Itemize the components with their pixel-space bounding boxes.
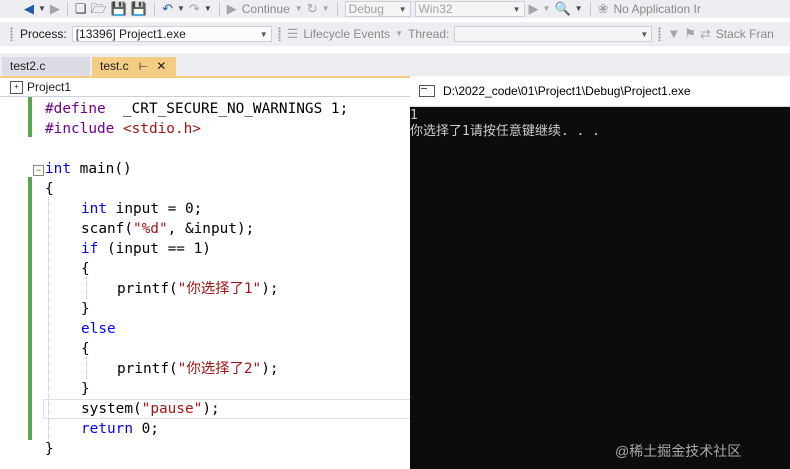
indent-guide bbox=[86, 277, 87, 299]
code-line: { bbox=[81, 341, 90, 357]
thread-label: Thread: bbox=[407, 27, 450, 41]
code-line: #include <stdio.h> bbox=[45, 121, 201, 137]
console-output-line: 你选择了1请按任意键继续. . . bbox=[410, 124, 600, 139]
code-line: int input = 0; bbox=[81, 201, 203, 217]
console-window[interactable]: D:\2022_code\01\Project1\Debug\Project1.… bbox=[410, 76, 790, 469]
back-icon[interactable]: ◀ bbox=[24, 1, 34, 17]
flag-icon[interactable]: ⚑ bbox=[684, 26, 696, 42]
tab-label: test2.c bbox=[10, 59, 46, 73]
console-title-bar[interactable]: D:\2022_code\01\Project1\Debug\Project1.… bbox=[410, 76, 790, 107]
solution-platform-value: Win32 bbox=[418, 2, 453, 16]
toolbar-grip[interactable] bbox=[658, 27, 662, 41]
debugger-dropdown-icon[interactable]: ▼ bbox=[543, 1, 551, 17]
close-icon[interactable]: ✕ bbox=[156, 59, 166, 73]
process-label: Process: bbox=[20, 27, 67, 41]
search-dropdown-icon[interactable]: ▼ bbox=[575, 1, 583, 17]
project-dropdown[interactable]: Project1 bbox=[27, 80, 71, 94]
console-title: D:\2022_code\01\Project1\Debug\Project1.… bbox=[443, 84, 691, 98]
code-line: if (input == 1) bbox=[81, 241, 211, 257]
thread-select[interactable]: ▼ bbox=[454, 26, 653, 42]
undo-dropdown-icon[interactable]: ▼ bbox=[177, 1, 185, 17]
console-icon bbox=[419, 85, 435, 97]
restart-icon[interactable]: ↻ bbox=[307, 1, 318, 17]
indent-guide bbox=[86, 357, 87, 379]
save-icon[interactable]: 💾 bbox=[111, 1, 127, 17]
code-line: } bbox=[81, 301, 90, 317]
pin-icon[interactable]: ⊢ bbox=[139, 61, 149, 73]
solution-config-select[interactable]: Debug ▼ bbox=[344, 1, 411, 17]
code-line: int main() bbox=[45, 161, 132, 177]
local-debugger-icon[interactable]: ▶ bbox=[529, 1, 539, 17]
forward-icon[interactable]: ▶ bbox=[50, 1, 60, 17]
stack-frame-label: Stack Fran bbox=[715, 27, 774, 41]
filter-icon[interactable]: ▼ bbox=[667, 26, 680, 42]
code-line: return 0; bbox=[81, 421, 159, 437]
chevron-down-icon: ▼ bbox=[259, 29, 268, 39]
code-line: scanf("%d", &input); bbox=[81, 221, 255, 237]
tab-test-c[interactable]: test.c ⊢ ✕ bbox=[92, 57, 176, 76]
redo-dropdown-icon[interactable]: ▼ bbox=[204, 1, 212, 17]
redo-icon[interactable]: ↷ bbox=[189, 1, 200, 17]
chevron-down-icon: ▼ bbox=[512, 4, 521, 14]
continue-dropdown-icon[interactable]: ▼ bbox=[295, 1, 303, 17]
code-line: system("pause"); bbox=[81, 401, 220, 417]
project-icon: + bbox=[10, 80, 23, 94]
lifecycle-events-button[interactable]: Lifecycle Events bbox=[303, 27, 390, 41]
lifecycle-dropdown-icon[interactable]: ▼ bbox=[395, 26, 403, 42]
code-editor[interactable]: − #define _CRT_SECURE_NO_WARNINGS 1; #in… bbox=[0, 97, 411, 469]
open-folder-icon[interactable]: 🗁 bbox=[91, 1, 107, 17]
code-line: #define _CRT_SECURE_NO_WARNINGS 1; bbox=[45, 101, 349, 117]
lifecycle-events-icon[interactable]: ☰ bbox=[287, 26, 299, 42]
application-insights-label[interactable]: No Application Ir bbox=[613, 2, 700, 16]
dropdown-arrow-icon[interactable]: ▼ bbox=[38, 1, 46, 17]
new-project-icon[interactable]: ❏ bbox=[75, 1, 87, 17]
process-value: [13396] Project1.exe bbox=[75, 27, 186, 41]
search-icon[interactable]: 🔍 bbox=[554, 1, 570, 17]
thread-switch-icon[interactable]: ⇄ bbox=[700, 26, 711, 42]
code-line: { bbox=[81, 261, 90, 277]
continue-button[interactable]: Continue bbox=[242, 2, 290, 16]
code-line: } bbox=[45, 441, 54, 457]
chevron-down-icon: ▼ bbox=[640, 29, 649, 39]
save-all-icon[interactable]: 💾 bbox=[131, 1, 147, 17]
toolbar-grip[interactable] bbox=[277, 27, 281, 41]
undo-icon[interactable]: ↶ bbox=[162, 1, 173, 17]
continue-icon[interactable]: ▶ bbox=[227, 1, 237, 17]
tab-label: test.c bbox=[100, 59, 129, 73]
code-line: printf("你选择了1"); bbox=[117, 281, 279, 297]
debug-toolbar: ◀ ▼ ▶ ❏ 🗁 💾 💾 ↶ ▼ ↷ ▼ ▶ Continue ▼ ↻ ▼ D… bbox=[0, 0, 790, 18]
code-line: { bbox=[45, 181, 54, 197]
chevron-down-icon: ▼ bbox=[398, 4, 407, 14]
change-indicator bbox=[28, 177, 32, 440]
navigation-bar: + Project1 bbox=[0, 78, 410, 97]
code-line: else bbox=[81, 321, 116, 337]
console-output-line: 1 bbox=[410, 108, 418, 123]
collapse-icon[interactable]: − bbox=[33, 165, 44, 176]
toolbar-grip[interactable] bbox=[10, 27, 13, 41]
application-insights-icon[interactable]: ❀ bbox=[598, 1, 609, 17]
watermark: @稀土掘金技术社区 bbox=[615, 443, 742, 459]
document-tab-well: test2.c test.c ⊢ ✕ bbox=[0, 53, 790, 76]
process-select[interactable]: [13396] Project1.exe ▼ bbox=[71, 26, 272, 42]
restart-dropdown-icon[interactable]: ▼ bbox=[322, 1, 330, 17]
solution-platform-select[interactable]: Win32 ▼ bbox=[414, 1, 525, 17]
code-line: } bbox=[81, 381, 90, 397]
process-toolbar: Process: [13396] Project1.exe ▼ ☰ Lifecyc… bbox=[0, 22, 790, 46]
solution-config-value: Debug bbox=[348, 2, 384, 16]
code-line: printf("你选择了2"); bbox=[117, 361, 279, 377]
change-indicator bbox=[28, 97, 32, 137]
tab-test2-c[interactable]: test2.c bbox=[2, 57, 90, 76]
